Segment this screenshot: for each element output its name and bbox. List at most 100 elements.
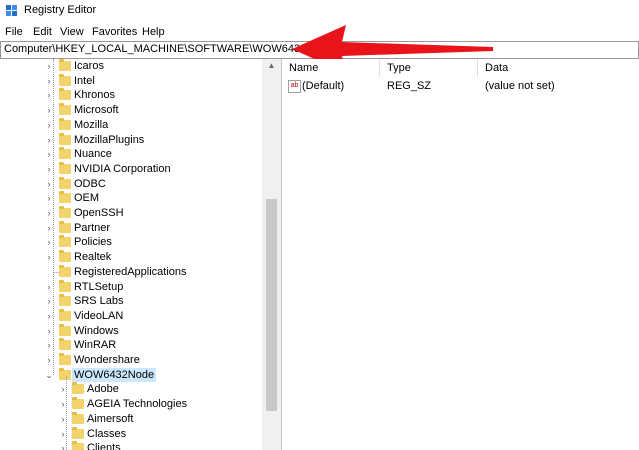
tree-item-16[interactable]: › SRS Labs — [0, 294, 262, 308]
folder-icon — [59, 176, 71, 189]
folder-icon — [59, 59, 71, 71]
tree-item-label: VideoLAN — [74, 309, 124, 322]
chevron-right-icon[interactable]: › — [44, 135, 54, 145]
tree-child-label: Adobe — [87, 383, 119, 396]
chevron-right-icon[interactable]: › — [44, 311, 54, 321]
folder-icon — [72, 411, 84, 424]
column-header-name[interactable]: Name — [289, 59, 318, 77]
chevron-right-icon[interactable]: › — [44, 296, 54, 306]
folder-icon — [59, 323, 71, 336]
chevron-right-icon[interactable]: › — [44, 237, 54, 247]
chevron-right-icon[interactable]: › — [58, 399, 68, 409]
chevron-right-icon[interactable]: › — [58, 443, 68, 450]
tree-item-17[interactable]: › VideoLAN — [0, 308, 262, 323]
tree-child-item-1[interactable]: › AGEIA Technologies — [0, 397, 262, 411]
menu-view[interactable]: View — [60, 26, 84, 38]
folder-icon — [59, 88, 71, 101]
folder-icon — [59, 206, 71, 218]
column-header-type[interactable]: Type — [387, 59, 411, 77]
tree-scrollbar[interactable]: ▲ — [262, 59, 281, 450]
tree-item-15[interactable]: › RTLSetup — [0, 279, 262, 294]
tree-item-label: Partner — [74, 221, 111, 234]
tree-item-2[interactable]: › Khronos — [0, 88, 262, 102]
chevron-right-icon[interactable]: › — [44, 193, 54, 203]
tree-item-8[interactable]: › ODBC — [0, 176, 262, 191]
folder-icon — [72, 397, 84, 410]
scroll-thumb[interactable] — [266, 199, 277, 411]
tree-item-label: Icaros — [74, 60, 104, 72]
value-type: REG_SZ — [387, 80, 432, 92]
chevron-right-icon[interactable]: › — [58, 429, 68, 439]
tree-item-label: Policies — [74, 236, 112, 249]
tree-child-item-0[interactable]: › Adobe — [0, 382, 262, 396]
chevron-right-icon[interactable]: › — [44, 355, 54, 365]
chevron-right-icon[interactable]: › — [44, 76, 54, 86]
chevron-right-icon[interactable]: › — [44, 252, 54, 262]
tree-item-19[interactable]: › WinRAR — [0, 338, 262, 352]
value-data: (value not set) — [485, 80, 555, 92]
tree-child-item-4[interactable]: › Clients — [0, 441, 262, 450]
folder-icon — [59, 103, 71, 116]
folder-icon — [59, 308, 71, 321]
folder-icon — [59, 367, 71, 380]
tree-item-12[interactable]: › Policies — [0, 235, 262, 249]
chevron-right-icon[interactable]: › — [44, 149, 54, 159]
tree-child-item-3[interactable]: › Classes — [0, 426, 262, 441]
chevron-right-icon[interactable]: › — [44, 120, 54, 130]
chevron-right-icon[interactable]: › — [44, 61, 54, 71]
chevron-right-icon[interactable]: › — [44, 340, 54, 350]
tree-item-label: Windows — [74, 324, 119, 337]
folder-icon — [59, 161, 71, 174]
tree-item-3[interactable]: › Microsoft — [0, 103, 262, 117]
menu-favorites[interactable]: Favorites — [92, 26, 137, 38]
chevron-down-icon[interactable]: ⌄ — [44, 370, 54, 380]
chevron-right-icon[interactable]: › — [58, 384, 68, 394]
tree-item-label: NVIDIA Corporation — [74, 162, 171, 175]
tree-item-label: ODBC — [74, 177, 106, 190]
tree-item-5[interactable]: › MozillaPlugins — [0, 132, 262, 147]
folder-icon — [59, 73, 71, 86]
chevron-right-icon[interactable]: › — [44, 164, 54, 174]
values-list-pane[interactable]: Name Type Data ab (Default) REG_SZ (valu… — [283, 59, 639, 450]
tree-item-18[interactable]: › Windows — [0, 323, 262, 338]
tree-item-13[interactable]: › Realtek — [0, 250, 262, 264]
chevron-right-icon[interactable]: › — [44, 179, 54, 189]
tree-item-6[interactable]: › Nuance — [0, 147, 262, 161]
scroll-up-arrow-icon[interactable]: ▲ — [262, 59, 281, 73]
chevron-right-icon[interactable]: › — [44, 90, 54, 100]
tree-item-1[interactable]: › Intel — [0, 73, 262, 88]
chevron-right-icon[interactable]: › — [44, 208, 54, 218]
tree-item-7[interactable]: › NVIDIA Corporation — [0, 161, 262, 176]
column-header-data[interactable]: Data — [485, 59, 508, 77]
tree-item-label: WOW6432Node — [72, 367, 157, 382]
chevron-right-icon[interactable]: › — [44, 282, 54, 292]
tree-item-14[interactable]: RegisteredApplications — [0, 264, 262, 279]
tree-item-21[interactable]: ⌄ WOW6432Node — [0, 367, 262, 382]
menu-file[interactable]: File — [5, 26, 23, 38]
chevron-right-icon[interactable]: › — [58, 414, 68, 424]
tree-item-label: Nuance — [74, 148, 112, 161]
tree-item-10[interactable]: › OpenSSH — [0, 206, 262, 220]
tree-item-4[interactable]: › Mozilla — [0, 117, 262, 132]
chevron-right-icon[interactable]: › — [44, 223, 54, 233]
tree-child-label: Clients — [87, 442, 121, 450]
tree-item-label: RTLSetup — [74, 280, 124, 293]
folder-icon — [72, 382, 84, 395]
address-path: Computer\HKEY_LOCAL_MACHINE\SOFTWARE\WOW… — [4, 43, 333, 55]
tree-item-20[interactable]: › Wondershare — [0, 353, 262, 367]
chevron-right-icon[interactable]: › — [44, 105, 54, 115]
value-row[interactable]: ab (Default) REG_SZ (value not set) — [283, 79, 639, 93]
tree-item-0[interactable]: › Icaros — [0, 59, 262, 73]
key-tree-pane[interactable]: › Icaros › Intel › Khronos › Microsoft › Mozilla ›… — [0, 59, 282, 450]
tree-item-9[interactable]: › OEM — [0, 191, 262, 205]
chevron-right-icon[interactable]: › — [44, 326, 54, 336]
tree-item-label: Wondershare — [74, 354, 140, 366]
tree-child-item-2[interactable]: › Aimersoft — [0, 411, 262, 426]
folder-icon — [72, 441, 84, 450]
folder-icon — [59, 338, 71, 351]
menu-edit[interactable]: Edit — [33, 26, 52, 38]
folder-icon — [59, 264, 71, 277]
tree-item-label: OEM — [74, 192, 100, 205]
menu-help[interactable]: Help — [142, 26, 165, 38]
tree-item-11[interactable]: › Partner — [0, 220, 262, 235]
